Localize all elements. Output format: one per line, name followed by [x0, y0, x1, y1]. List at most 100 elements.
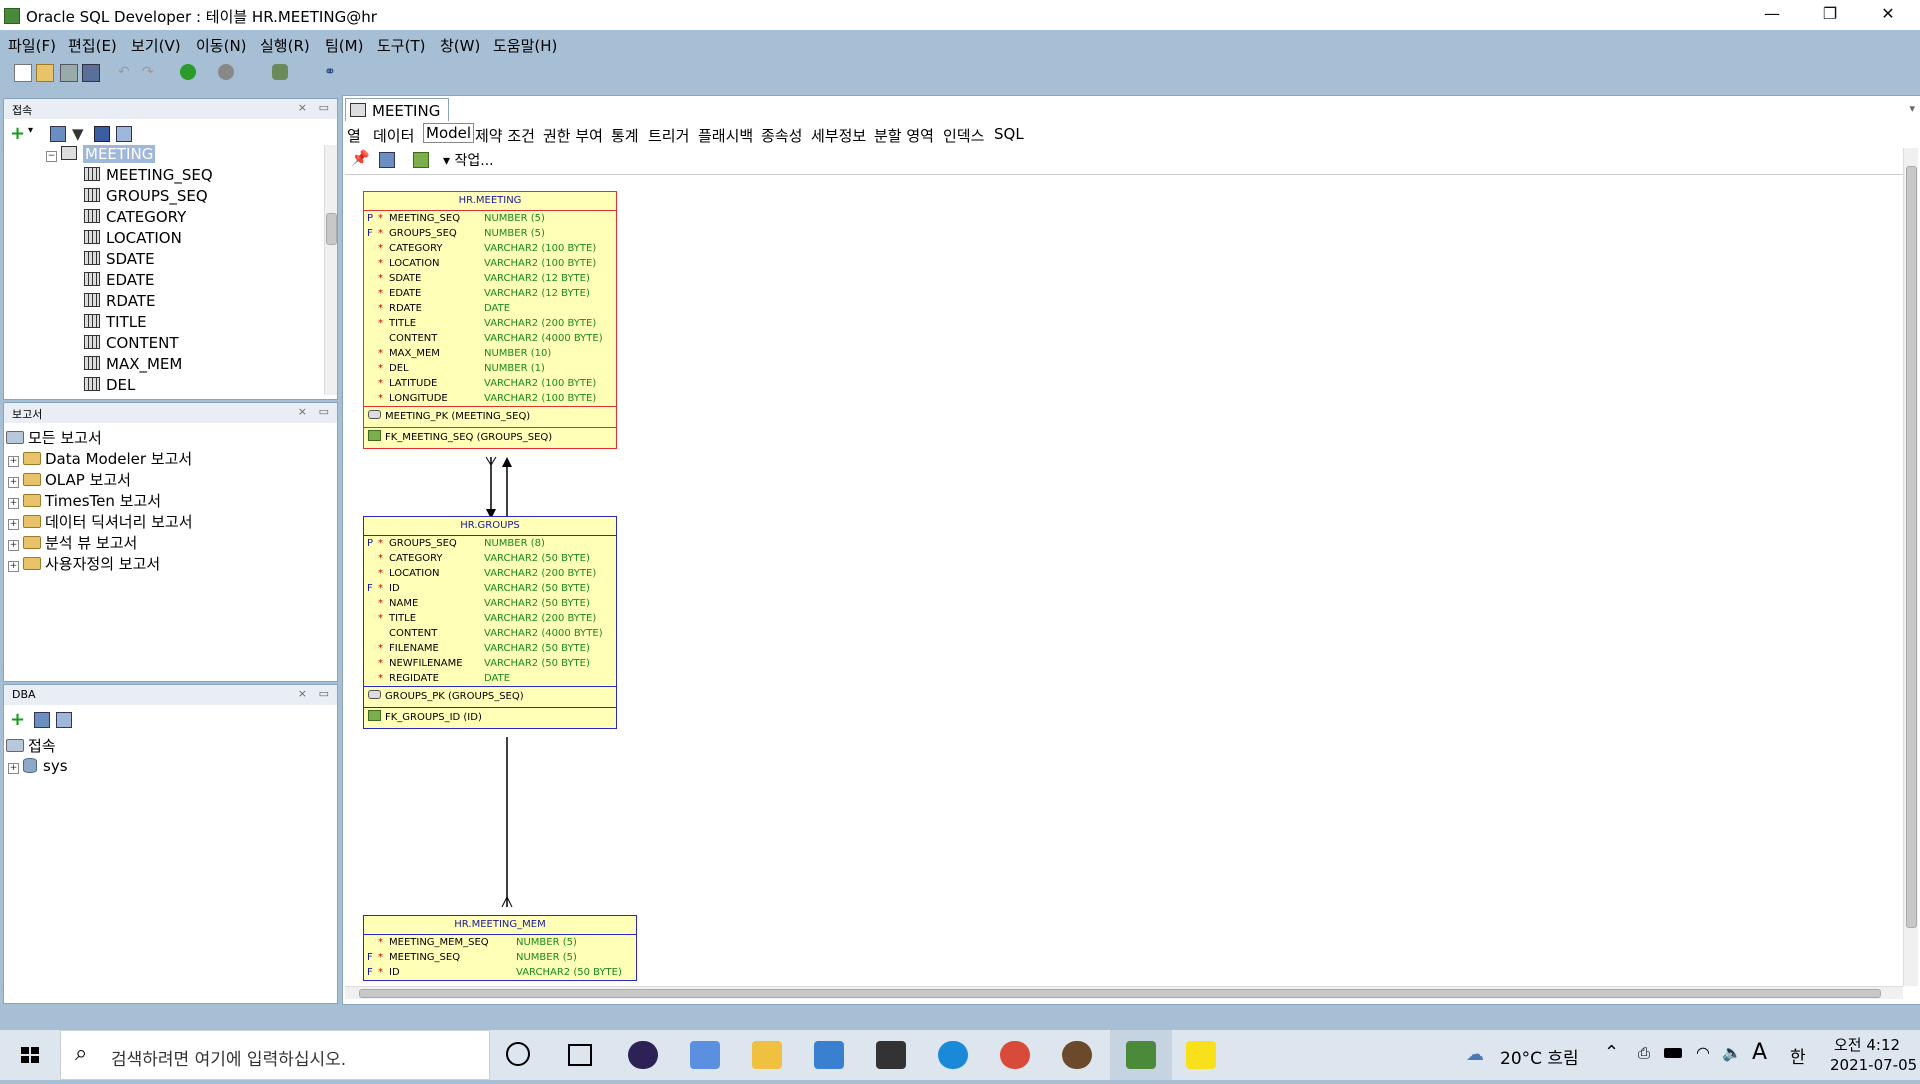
scrollbar-thumb[interactable] — [359, 989, 1881, 998]
tab-partitions[interactable]: 분할 영역 — [874, 125, 934, 146]
connections-scrollbar[interactable] — [324, 145, 337, 395]
refresh-icon[interactable] — [379, 152, 395, 168]
tab-columns[interactable]: 열 — [347, 125, 361, 146]
refresh-icon[interactable] — [34, 712, 50, 728]
cortana-icon[interactable] — [506, 1042, 530, 1066]
tree-item-column[interactable]: TITLE — [84, 313, 147, 331]
save-icon[interactable] — [60, 64, 78, 82]
forward-icon[interactable] — [218, 64, 234, 80]
ime-indicator[interactable]: 한 — [1790, 1043, 1806, 1068]
tree-item-report[interactable]: + 사용자정의 보고서 — [8, 553, 160, 574]
canvas-horizontal-scrollbar[interactable] — [345, 986, 1903, 999]
expand-icon[interactable]: + — [8, 561, 19, 572]
save-all-icon[interactable] — [82, 64, 100, 82]
menu-window[interactable]: 창(W) — [440, 35, 480, 56]
undo-icon[interactable]: ↶ — [118, 64, 134, 80]
canvas-vertical-scrollbar[interactable] — [1903, 148, 1918, 986]
edge-icon[interactable] — [938, 1041, 968, 1069]
eclipse-icon[interactable] — [628, 1041, 658, 1069]
tab-constraints[interactable]: 제약 조건 — [475, 125, 535, 146]
tab-indexes[interactable]: 인덱스 — [943, 125, 984, 146]
menu-view[interactable]: 보기(V) — [131, 35, 181, 56]
close-icon[interactable]: × — [298, 101, 307, 114]
windows-start-icon[interactable] — [0, 1030, 60, 1080]
tab-statistics[interactable]: 통계 — [611, 125, 639, 146]
minimize-button[interactable]: — — [1744, 0, 1800, 30]
tree-item-column[interactable]: EDATE — [84, 271, 155, 289]
tab-data[interactable]: 데이터 — [373, 125, 414, 146]
tab-model[interactable]: Model — [423, 123, 475, 143]
close-icon[interactable]: × — [298, 687, 307, 700]
add-icon[interactable]: + — [10, 123, 25, 144]
chrome-icon[interactable] — [1000, 1041, 1030, 1069]
expand-icon[interactable]: + — [8, 498, 19, 509]
entity-groups[interactable]: HR.GROUPS P * GROUPS_SEQ NUMBER (8) * CATEGOR… — [363, 516, 617, 729]
collapse-icon[interactable]: − — [46, 151, 57, 162]
tree-item-report[interactable]: + 데이터 딕셔너리 보고서 — [8, 511, 193, 532]
expand-icon[interactable]: + — [8, 477, 19, 488]
expand-icon[interactable]: + — [8, 540, 19, 551]
settings-app-icon[interactable] — [690, 1041, 720, 1069]
tab-triggers[interactable]: 트리거 — [648, 125, 689, 146]
sql-developer-taskbar-icon[interactable] — [1126, 1041, 1156, 1069]
tree-item-column[interactable]: MAX_MEM — [84, 355, 182, 373]
export-icon[interactable] — [413, 152, 429, 168]
taskbar-search-input[interactable]: ⌕ 검색하려면 여기에 입력하십시오. — [60, 1030, 490, 1080]
pin-icon[interactable]: 📌 — [351, 149, 370, 167]
tab-sql[interactable]: SQL — [994, 125, 1024, 143]
tree-item-column[interactable]: SDATE — [84, 250, 155, 268]
wifi-icon[interactable]: ◠ — [1696, 1043, 1710, 1062]
chevron-up-icon[interactable]: ⌃ — [1604, 1042, 1619, 1063]
entity-meeting[interactable]: HR.MEETING P * MEETING_SEQ NUMBER (5) F * GROU… — [363, 191, 617, 449]
minimize-panel-icon[interactable]: ▭ — [319, 101, 329, 114]
close-button[interactable]: ✕ — [1860, 0, 1916, 30]
actions-dropdown[interactable]: ▾ 작업... — [443, 150, 494, 170]
tree-item-column[interactable]: GROUPS_SEQ — [84, 187, 208, 205]
tab-dependencies[interactable]: 종속성 — [761, 125, 802, 146]
menu-run[interactable]: 실행(R) — [260, 35, 310, 56]
restore-button[interactable]: ❐ — [1802, 0, 1858, 30]
filter-icon[interactable]: ▼ — [72, 125, 84, 143]
kakaotalk-icon[interactable] — [1186, 1041, 1216, 1069]
minimize-panel-icon[interactable]: ▭ — [319, 687, 329, 700]
binoculars-icon[interactable]: ⚭ — [324, 64, 340, 80]
menu-tools[interactable]: 도구(T) — [377, 35, 425, 56]
scrollbar-thumb[interactable] — [1906, 166, 1917, 928]
new-icon[interactable] — [14, 64, 32, 82]
clock-time[interactable]: 오전 4:12 — [1834, 1034, 1900, 1055]
copy-icon[interactable] — [56, 712, 72, 728]
add-icon[interactable]: + — [10, 709, 25, 730]
mail-icon[interactable] — [814, 1041, 844, 1069]
tree-item-column[interactable]: CATEGORY — [84, 208, 186, 226]
menu-team[interactable]: 팀(M) — [325, 35, 363, 56]
volume-icon[interactable]: 🔈 — [1722, 1043, 1742, 1062]
model-canvas[interactable]: HR.MEETING P * MEETING_SEQ NUMBER (5) F * GROU… — [345, 174, 1903, 987]
battery-icon[interactable] — [1664, 1048, 1682, 1058]
menu-file[interactable]: 파일(F) — [8, 35, 56, 56]
tree-item-meeting[interactable]: − MEETING — [46, 145, 156, 163]
clock-date[interactable]: 2021-07-05 — [1830, 1056, 1917, 1074]
tree-item-column[interactable]: DEL — [84, 376, 135, 394]
tree-item-report[interactable]: + TimesTen 보고서 — [8, 490, 161, 511]
tree-item-report[interactable]: + OLAP 보고서 — [8, 469, 131, 490]
db-icon[interactable] — [272, 64, 288, 80]
minimize-panel-icon[interactable]: ▭ — [319, 405, 329, 418]
chevron-down-icon[interactable]: ▾ — [1909, 102, 1915, 115]
tree-item-connections[interactable]: 접속 — [6, 735, 56, 756]
expand-icon[interactable]: + — [8, 519, 19, 530]
refresh-icon[interactable] — [50, 126, 66, 142]
scrollbar-thumb[interactable] — [326, 213, 337, 245]
tab-grants[interactable]: 권한 부여 — [543, 125, 603, 146]
tree-item-column[interactable]: MEETING_SEQ — [84, 166, 213, 184]
app-icon[interactable] — [1062, 1041, 1092, 1069]
menu-navigate[interactable]: 이동(N) — [196, 35, 247, 56]
back-icon[interactable] — [180, 64, 196, 80]
tree-item-report[interactable]: + 분석 뷰 보고서 — [8, 532, 137, 553]
camera-icon[interactable]: ⎙ — [1638, 1044, 1650, 1062]
schema-browser-icon[interactable] — [94, 126, 110, 142]
entity-meeting-mem[interactable]: HR.MEETING_MEM * MEETING_MEM_SEQ NUMBER (5… — [363, 915, 637, 981]
font-indicator[interactable]: A — [1752, 1040, 1767, 1065]
close-icon[interactable]: × — [298, 405, 307, 418]
menu-help[interactable]: 도움말(H) — [493, 35, 557, 56]
tab-details[interactable]: 세부정보 — [811, 125, 866, 146]
